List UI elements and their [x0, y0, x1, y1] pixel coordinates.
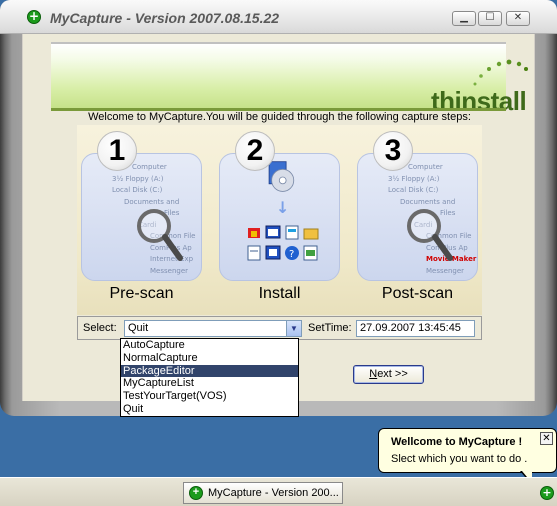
- step-card: Computer 3½ Floppy (A:) Local Disk (C:) …: [81, 153, 202, 281]
- step-number-badge: 3: [373, 131, 413, 171]
- tree-item: Messenger: [426, 266, 465, 275]
- tray-mycapture-icon[interactable]: +: [540, 486, 554, 500]
- taskbar-button-mycapture[interactable]: + MyCapture - Version 200...: [183, 482, 343, 504]
- dropdown-option-mycapturelist[interactable]: MyCaptureList: [121, 377, 298, 390]
- close-button[interactable]: ✕: [506, 11, 530, 26]
- select-row: Select: Quit ▼ SetTime: 27.09.2007 13:45…: [77, 316, 482, 340]
- tree-item: Messenger: [150, 266, 189, 275]
- step-label: Install: [258, 285, 301, 302]
- dropdown-option-packageeditor[interactable]: PackageEditor: [121, 364, 298, 378]
- magnifier-icon: [137, 209, 183, 261]
- steps-panel: Computer 3½ Floppy (A:) Local Disk (C:) …: [77, 125, 482, 315]
- dropdown-option-normalcapture[interactable]: NormalCapture: [121, 352, 298, 365]
- dropdown-arrow-icon[interactable]: ▼: [286, 321, 301, 336]
- select-value: Quit: [128, 322, 149, 334]
- tree-item: Local Disk (C:): [388, 186, 439, 194]
- logo-dots-icon: [473, 59, 528, 86]
- select-label: Select:: [83, 322, 117, 334]
- dropdown-option-autocapture[interactable]: AutoCapture: [121, 339, 298, 352]
- balloon-text: Slect which you want to do .: [391, 453, 528, 465]
- taskbar: + MyCapture - Version 200... +: [0, 477, 557, 506]
- step-label: Post-scan: [381, 285, 454, 302]
- step-pre-scan: Computer 3½ Floppy (A:) Local Disk (C:) …: [81, 125, 202, 315]
- dropdown-option-quit[interactable]: Quit: [121, 403, 298, 416]
- step-number-badge: 2: [235, 131, 275, 171]
- tree-item: Local Disk (C:): [112, 186, 163, 194]
- step-number-badge: 1: [97, 131, 137, 171]
- next-button[interactable]: Next >>: [353, 365, 424, 384]
- magnifier-icon: [407, 209, 453, 261]
- step-install: ↓ ? 2 Install: [219, 125, 340, 315]
- settime-label: SetTime:: [308, 322, 352, 334]
- next-mnemonic: N: [369, 368, 378, 380]
- minimize-button[interactable]: ▁: [452, 11, 476, 26]
- step-card: ↓ ?: [219, 153, 340, 281]
- welcome-text: Welcome to MyCapture.You will be guided …: [88, 111, 471, 123]
- capture-mode-dropdown-list[interactable]: AutoCapture NormalCapture PackageEditor …: [120, 338, 299, 417]
- tree-item: 3½ Floppy (A:): [112, 174, 164, 183]
- tree-item: 3½ Floppy (A:): [388, 174, 440, 183]
- next-label: ext >>: [377, 368, 408, 380]
- notification-balloon[interactable]: Wellcome to MyCapture ! Slect which you …: [378, 428, 557, 473]
- settime-field[interactable]: 27.09.2007 13:45:45: [356, 320, 475, 337]
- dropdown-option-testyourtarget[interactable]: TestYourTarget(VOS): [121, 390, 298, 403]
- capture-mode-select[interactable]: Quit ▼: [124, 320, 302, 337]
- maximize-button[interactable]: ☐: [478, 11, 502, 26]
- step-card: Computer 3½ Floppy (A:) Local Disk (C:) …: [357, 153, 478, 281]
- balloon-title: Wellcome to MyCapture !: [391, 436, 523, 448]
- app-plus-icon: +: [189, 486, 203, 500]
- thinstall-banner: thinstall: [51, 42, 528, 116]
- svg-text:?: ?: [289, 249, 294, 260]
- step-label: Pre-scan: [109, 285, 174, 302]
- down-arrow-icon: ↓: [276, 198, 290, 217]
- window-title: MyCapture - Version 2007.08.15.22: [50, 10, 280, 26]
- application-icons: ?: [247, 225, 319, 261]
- balloon-close-button[interactable]: ✕: [540, 432, 553, 445]
- taskbar-button-label: MyCapture - Version 200...: [208, 487, 339, 499]
- app-plus-icon: +: [27, 9, 41, 24]
- step-post-scan: Computer 3½ Floppy (A:) Local Disk (C:) …: [357, 125, 478, 315]
- title-bar[interactable]: + MyCapture - Version 2007.08.15.22 ▁ ☐ …: [0, 0, 557, 34]
